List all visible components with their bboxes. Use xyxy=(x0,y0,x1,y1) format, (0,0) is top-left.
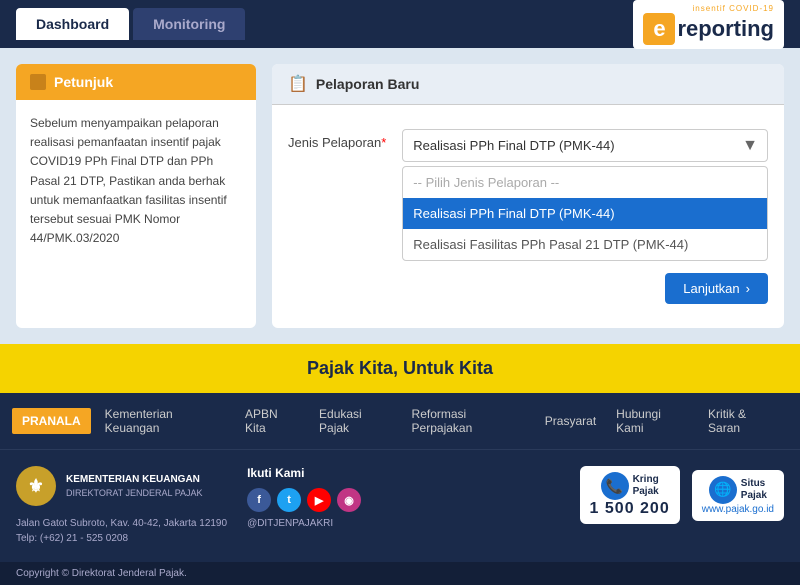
situs-url: www.pajak.go.id xyxy=(702,504,774,515)
footer-nav-apbn[interactable]: APBN Kita xyxy=(235,401,309,441)
reporting-label: reporting xyxy=(677,16,774,42)
select-wrapper: Realisasi PPh Final DTP (PMK-44) ▼ xyxy=(402,129,768,162)
instagram-icon[interactable]: ◉ xyxy=(337,488,361,512)
kring-label: KringPajak xyxy=(633,474,659,498)
footer-copyright: Copyright © Direktorat Jenderal Pajak. xyxy=(0,562,800,585)
footer: PRANALA Kementerian Keuangan APBN Kita E… xyxy=(0,393,800,585)
banner-text: Pajak Kita, Untuk Kita xyxy=(307,358,493,378)
lanjutkan-button[interactable]: Lanjutkan › xyxy=(665,273,768,304)
social-handle: @DITJENPAJAKRI xyxy=(247,518,387,529)
footer-logo-section: ⚜ KEMENTERIAN KEUANGAN DIREKTORAT JENDER… xyxy=(16,466,227,546)
footer-nav: PRANALA Kementerian Keuangan APBN Kita E… xyxy=(0,393,800,450)
phone-icon: 📞 xyxy=(601,472,629,500)
tab-monitoring[interactable]: Monitoring xyxy=(133,8,245,40)
yellow-banner: Pajak Kita, Untuk Kita xyxy=(0,344,800,393)
petunjuk-icon xyxy=(30,74,46,90)
dropdown-item-1[interactable]: Realisasi PPh Final DTP (PMK-44) xyxy=(403,198,767,229)
footer-right: 📞 KringPajak 1 500 200 🌐 SitusPajak www.… xyxy=(580,466,784,524)
kring-top: 📞 KringPajak xyxy=(601,472,659,500)
pelaporan-header: 📋 Pelaporan Baru xyxy=(272,64,784,105)
covid-label: insentif COVID-19 xyxy=(693,4,774,13)
required-mark: * xyxy=(381,135,386,150)
footer-nav-reformasi[interactable]: Reformasi Perpajakan xyxy=(402,401,535,441)
petunjuk-header: Petunjuk xyxy=(16,64,256,100)
logo-area: insentif COVID-19 e reporting xyxy=(633,0,784,49)
footer-nav-hubungi[interactable]: Hubungi Kami xyxy=(606,401,698,441)
ikuti-kami-label: Ikuti Kami xyxy=(247,466,387,480)
pelaporan-card: 📋 Pelaporan Baru Jenis Pelaporan* Realis… xyxy=(272,64,784,328)
arrow-icon: › xyxy=(746,281,750,296)
pelaporan-body: Jenis Pelaporan* Realisasi PPh Final DTP… xyxy=(272,105,784,328)
field-label: Jenis Pelaporan* xyxy=(288,129,386,150)
footer-nav-pranala[interactable]: PRANALA xyxy=(12,408,91,434)
tab-dashboard[interactable]: Dashboard xyxy=(16,8,129,40)
footer-nav-edukasi[interactable]: Edukasi Pajak xyxy=(309,401,402,441)
petunjuk-title: Petunjuk xyxy=(54,74,113,90)
field-controls: Realisasi PPh Final DTP (PMK-44) ▼ -- Pi… xyxy=(402,129,768,304)
main-content: Petunjuk Sebelum menyampaikan pelaporan … xyxy=(0,48,800,344)
e-logo: e xyxy=(643,13,675,45)
situs-badge: 🌐 SitusPajak www.pajak.go.id xyxy=(692,470,784,521)
dropdown-item-placeholder[interactable]: -- Pilih Jenis Pelaporan -- xyxy=(403,167,767,198)
footer-logo-row: ⚜ KEMENTERIAN KEUANGAN DIREKTORAT JENDER… xyxy=(16,466,227,506)
kemenkeu-logo: ⚜ xyxy=(16,466,56,506)
petunjuk-card: Petunjuk Sebelum menyampaikan pelaporan … xyxy=(16,64,256,328)
situs-top: 🌐 SitusPajak xyxy=(709,476,767,504)
footer-main: ⚜ KEMENTERIAN KEUANGAN DIREKTORAT JENDER… xyxy=(0,450,800,562)
jenis-pelaporan-select[interactable]: Realisasi PPh Final DTP (PMK-44) xyxy=(402,129,768,162)
footer-nav-kritik[interactable]: Kritik & Saran xyxy=(698,401,788,441)
dropdown-list: -- Pilih Jenis Pelaporan -- Realisasi PP… xyxy=(402,166,768,261)
facebook-icon[interactable]: f xyxy=(247,488,271,512)
document-icon: 📋 xyxy=(288,74,308,94)
situs-label: SitusPajak xyxy=(741,478,767,502)
header: Dashboard Monitoring insentif COVID-19 e… xyxy=(0,0,800,48)
kring-number: 1 500 200 xyxy=(590,500,670,518)
social-icons: f t ▶ ◉ xyxy=(247,488,387,512)
footer-address: Jalan Gatot Subroto, Kav. 40-42, Jakarta… xyxy=(16,516,227,546)
nav-tabs: Dashboard Monitoring xyxy=(16,8,245,40)
petunjuk-body: Sebelum menyampaikan pelaporan realisasi… xyxy=(16,100,256,262)
footer-nav-kemenkeu[interactable]: Kementerian Keuangan xyxy=(95,401,235,441)
kring-badge: 📞 KringPajak 1 500 200 xyxy=(580,466,680,524)
petunjuk-text: Sebelum menyampaikan pelaporan realisasi… xyxy=(30,114,242,248)
globe-icon: 🌐 xyxy=(709,476,737,504)
copyright-text: Copyright © Direktorat Jenderal Pajak. xyxy=(16,568,187,579)
kemenkeu-text: KEMENTERIAN KEUANGAN DIREKTORAT JENDERAL… xyxy=(66,473,203,500)
pelaporan-title: Pelaporan Baru xyxy=(316,76,419,92)
youtube-icon[interactable]: ▶ xyxy=(307,488,331,512)
footer-social-section: Ikuti Kami f t ▶ ◉ @DITJENPAJAKRI xyxy=(247,466,387,529)
footer-nav-prasyarat[interactable]: Prasyarat xyxy=(535,408,606,434)
dropdown-item-2[interactable]: Realisasi Fasilitas PPh Pasal 21 DTP (PM… xyxy=(403,229,767,260)
twitter-icon[interactable]: t xyxy=(277,488,301,512)
